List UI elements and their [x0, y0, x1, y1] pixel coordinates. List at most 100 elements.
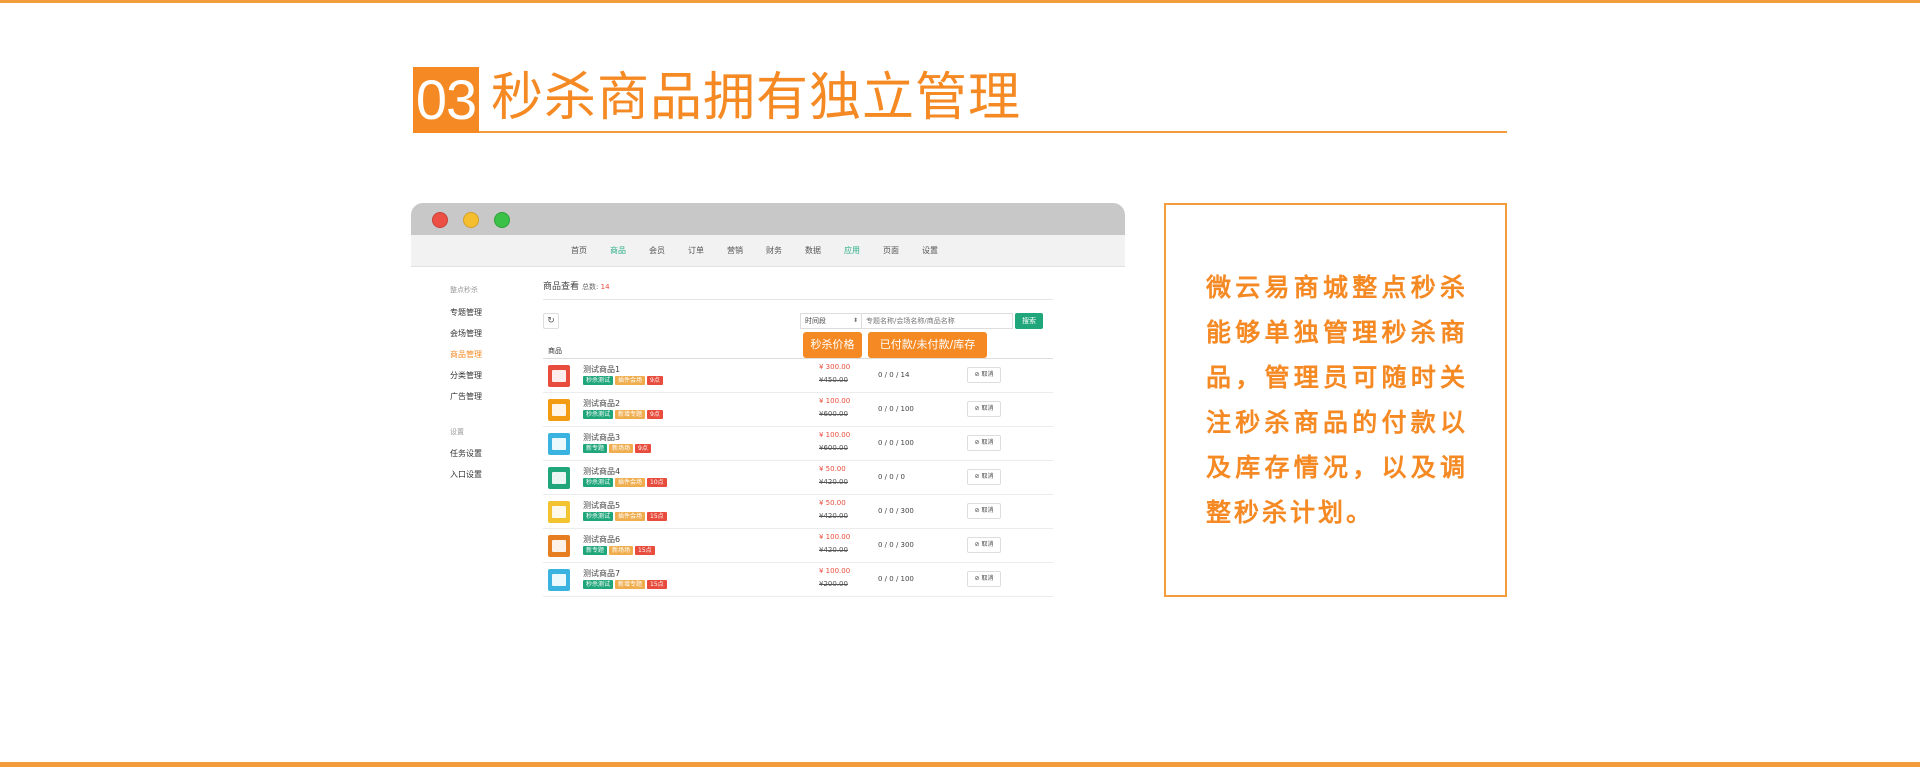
product-name[interactable]: 测试商品4: [583, 466, 620, 477]
top-navigation-bar: 首页 商品 会员 订单 营销 财务 数据 应用 页面 设置: [411, 235, 1125, 267]
product-tag: 新增专题: [615, 580, 646, 589]
sidebar-item-topics[interactable]: 专题管理: [450, 307, 482, 318]
product-tag: 插件会场: [615, 512, 646, 521]
nav-item-orders[interactable]: 订单: [688, 235, 704, 267]
cancel-button[interactable]: ⊘ 取消: [967, 469, 1001, 485]
paid-unpaid-stock: 0 / 0 / 300: [878, 507, 914, 515]
cancel-button[interactable]: ⊘ 取消: [967, 503, 1001, 519]
sidebar-group-flash-sale: 整点秒杀: [450, 286, 478, 294]
product-name[interactable]: 测试商品3: [583, 432, 620, 443]
cancel-button-label: 取消: [981, 575, 994, 582]
nav-item-marketing[interactable]: 营销: [727, 235, 743, 267]
product-name[interactable]: 测试商品6: [583, 534, 620, 545]
top-accent-line: [0, 0, 1920, 3]
product-tags: 秒杀测试 插件会场 15点: [583, 512, 669, 522]
mail-icon: [548, 365, 570, 387]
table-row: 测试商品2 秒杀测试 新增专题 9点 ¥ 100.00 ¥600.00 0 / 0 / 10…: [543, 393, 1053, 427]
section-number-badge: 03: [413, 67, 479, 133]
nav-item-members[interactable]: 会员: [649, 235, 665, 267]
minimize-window-dot-icon[interactable]: [463, 212, 479, 228]
paid-unpaid-stock: 0 / 0 / 0: [878, 473, 905, 481]
callout-payment-stock: 已付款/未付款/库存: [868, 332, 987, 358]
cancel-button-label: 取消: [981, 405, 994, 412]
sidebar-item-entry-settings[interactable]: 入口设置: [450, 469, 482, 480]
nav-item-apps[interactable]: 应用: [844, 235, 860, 267]
browser-mockup: 首页 商品 会员 订单 营销 财务 数据 应用 页面 设置 整点秒杀 专题管理 …: [411, 203, 1125, 603]
paid-unpaid-stock: 0 / 0 / 100: [878, 575, 914, 583]
nav-item-finance[interactable]: 财务: [766, 235, 782, 267]
billboard-icon: [548, 467, 570, 489]
refresh-button[interactable]: ↻: [543, 313, 559, 329]
cancel-button-label: 取消: [981, 473, 994, 480]
product-name[interactable]: 测试商品1: [583, 364, 620, 375]
product-tag: 9点: [635, 444, 651, 453]
select-caret-icon: ⬍: [852, 317, 858, 324]
product-name[interactable]: 测试商品7: [583, 568, 620, 579]
sidebar-item-categories[interactable]: 分类管理: [450, 370, 482, 381]
cancel-button[interactable]: ⊘ 取消: [967, 537, 1001, 553]
nav-item-settings[interactable]: 设置: [922, 235, 938, 267]
product-tag: 秒杀测试: [583, 376, 614, 385]
table-row: 测试商品3 新专题 新场场 9点 ¥ 100.00 ¥600.00 0 / 0 / 100 ⊘…: [543, 427, 1053, 461]
cancel-button[interactable]: ⊘ 取消: [967, 367, 1001, 383]
product-name[interactable]: 测试商品5: [583, 500, 620, 511]
original-price: ¥420.00: [819, 478, 848, 486]
product-tag: 新场场: [609, 546, 634, 555]
paid-unpaid-stock: 0 / 0 / 300: [878, 541, 914, 549]
nav-item-pages[interactable]: 页面: [883, 235, 899, 267]
product-tag: 9点: [647, 376, 663, 385]
cancel-button-label: 取消: [981, 541, 994, 548]
close-window-dot-icon[interactable]: [432, 212, 448, 228]
search-button[interactable]: 搜索: [1015, 313, 1043, 329]
cancel-button[interactable]: ⊘ 取消: [967, 571, 1001, 587]
paid-unpaid-stock: 0 / 0 / 100: [878, 439, 914, 447]
title-divider: [543, 299, 1053, 300]
flash-price: ¥ 300.00: [819, 363, 851, 371]
nav-item-products[interactable]: 商品: [610, 235, 626, 267]
product-tag: 新专题: [583, 546, 608, 555]
nav-item-home[interactable]: 首页: [571, 235, 587, 267]
product-tags: 秒杀测试 新增专题 15点: [583, 580, 669, 590]
maximize-window-dot-icon[interactable]: [494, 212, 510, 228]
product-tags: 秒杀测试 插件会场 10点: [583, 478, 669, 488]
product-tag: 15点: [647, 580, 667, 589]
sidebar-item-venues[interactable]: 会场管理: [450, 328, 482, 339]
refresh-icon: ↻: [547, 316, 555, 326]
table-row: 测试商品4 秒杀测试 插件会场 10点 ¥ 50.00 ¥420.00 0 / 0 / 0 ⊘…: [543, 461, 1053, 495]
time-period-select-value: 时间段: [805, 317, 826, 325]
flash-price: ¥ 50.00: [819, 499, 846, 507]
table-row: 测试商品1 秒杀测试 插件会场 9点 ¥ 300.00 ¥450.00 0 / 0 / 14…: [543, 359, 1053, 393]
product-tag: 秒杀测试: [583, 512, 614, 521]
page-title-text: 商品查看: [543, 282, 580, 292]
product-tag: 9点: [647, 410, 663, 419]
search-input[interactable]: [861, 313, 1013, 329]
product-tag: 新专题: [583, 444, 608, 453]
cancel-button[interactable]: ⊘ 取消: [967, 435, 1001, 451]
product-tags: 秒杀测试 新增专题 9点: [583, 410, 665, 420]
total-count-value: 14: [600, 283, 610, 291]
paid-unpaid-stock: 0 / 0 / 14: [878, 371, 910, 379]
total-count-label: 总数:: [582, 283, 599, 291]
cancel-button[interactable]: ⊘ 取消: [967, 401, 1001, 417]
flash-price: ¥ 100.00: [819, 431, 851, 439]
column-header-product: 商品: [548, 347, 562, 355]
nav-item-data[interactable]: 数据: [805, 235, 821, 267]
product-tags: 秒杀测试 插件会场 9点: [583, 376, 665, 386]
time-period-select[interactable]: 时间段 ⬍: [800, 313, 862, 329]
original-price: ¥420.00: [819, 546, 848, 554]
sidebar-group-settings: 设置: [450, 428, 464, 436]
sidebar-item-products[interactable]: 商品管理: [450, 349, 482, 360]
description-box: 微云易商城整点秒杀能够单独管理秒杀商品，管理员可随时关注秒杀商品的付款以及库存情…: [1164, 203, 1507, 597]
sidebar-item-task-settings[interactable]: 任务设置: [450, 448, 482, 459]
product-tag: 插件会场: [615, 478, 646, 487]
bottom-accent-line: [0, 762, 1920, 767]
cancel-button-label: 取消: [981, 371, 994, 378]
total-count: 总数: 14: [582, 283, 610, 291]
product-tag: 10点: [647, 478, 667, 487]
product-tag: 15点: [647, 512, 667, 521]
sidebar-item-ads[interactable]: 广告管理: [450, 391, 482, 402]
table-row: 测试商品6 新专题 新场场 15点 ¥ 100.00 ¥420.00 0 / 0 / 300…: [543, 529, 1053, 563]
product-tag: 15点: [635, 546, 655, 555]
product-name[interactable]: 测试商品2: [583, 398, 620, 409]
cancel-button-label: 取消: [981, 439, 994, 446]
